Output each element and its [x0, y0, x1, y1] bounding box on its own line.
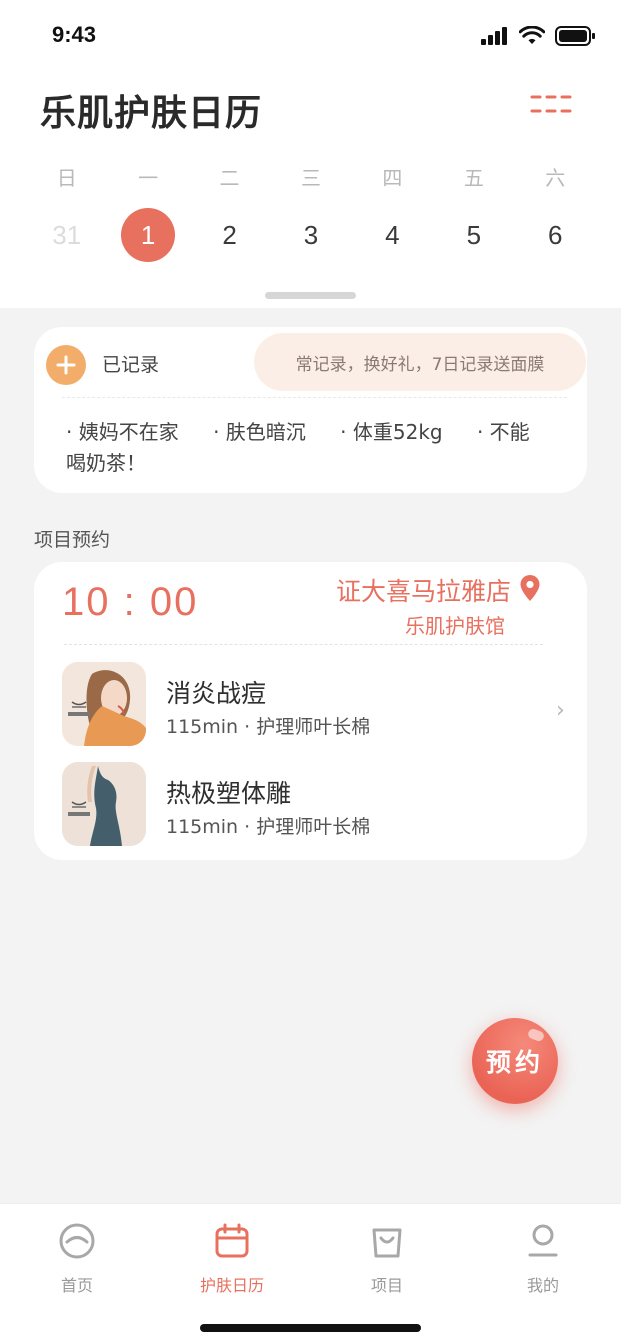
record-tag: · 体重52kg [340, 420, 443, 444]
calendar-expand-handle[interactable] [265, 292, 356, 299]
tab-bar: 首页 护肤日历 项目 我的 [0, 1203, 621, 1344]
tab-projects[interactable]: 项目 [322, 1222, 452, 1296]
date-cell[interactable]: 5 [433, 208, 514, 262]
woman-portrait-icon [62, 662, 146, 746]
date-cell[interactable]: 31 [26, 208, 107, 262]
bag-icon [372, 1228, 402, 1258]
record-tags: · 姨妈不在家 · 肤色暗沉 · 体重52kg · 不能喝奶茶！ [66, 417, 546, 479]
status-bar: 9:43 [0, 0, 621, 72]
weekday-label: 一 [138, 166, 159, 190]
weekday-label: 五 [463, 166, 484, 190]
service-name: 热极塑体雕 [166, 779, 292, 808]
person-icon [528, 1224, 558, 1257]
menu-icon[interactable] [530, 94, 572, 116]
signal-icon [481, 27, 507, 45]
date-number: 5 [466, 219, 482, 250]
top-panel: 9:43 乐肌护肤日历 日 一 二 三 四 五 六 31 1 2 3 4 5 6 [0, 0, 621, 308]
date-cell[interactable]: 4 [352, 208, 433, 262]
section-title: 项目预约 [34, 529, 111, 551]
divider [64, 644, 543, 645]
weekday-label: 三 [300, 166, 321, 190]
page-title: 乐肌护肤日历 [40, 93, 263, 134]
record-tag: · 肤色暗沉 [213, 420, 306, 444]
wifi-icon [519, 26, 545, 44]
calendar-icon [215, 1223, 249, 1258]
home-face-icon [59, 1223, 95, 1259]
date-cell[interactable]: 3 [270, 208, 351, 262]
date-number: 4 [385, 219, 400, 250]
chevron-right-icon[interactable]: › [556, 698, 565, 723]
location-pin-icon[interactable] [519, 574, 541, 602]
status-icons [481, 26, 595, 46]
date-number: 6 [548, 219, 563, 250]
status-time: 9:43 [52, 22, 97, 47]
date-cell-selected[interactable]: 1 [107, 208, 188, 262]
book-appointment-button[interactable]: 预约 [472, 1018, 558, 1104]
date-number: 1 [121, 208, 176, 262]
battery-icon [555, 26, 595, 46]
appointment-item[interactable]: 消炎战痘 115min · 护理师叶长棉 [62, 662, 562, 746]
weekday-label: 六 [545, 166, 566, 190]
home-indicator[interactable] [200, 1324, 421, 1332]
appointment-item[interactable]: 热极塑体雕 115min · 护理师叶长棉 [62, 762, 562, 846]
date-cell[interactable]: 2 [189, 208, 270, 262]
weekday-row: 日 一 二 三 四 五 六 [26, 162, 596, 191]
service-meta: 115min · 护理师叶长棉 [166, 716, 371, 738]
tab-label: 护肤日历 [199, 1276, 264, 1295]
tab-label: 我的 [526, 1276, 559, 1295]
tab-label: 项目 [370, 1276, 403, 1295]
tab-home[interactable]: 首页 [12, 1222, 142, 1296]
record-card: 已记录 常记录，换好礼，7日记录送面膜 · 姨妈不在家 · 肤色暗沉 · 体重5… [34, 327, 587, 493]
store-name: 证大喜马拉雅店 [335, 577, 511, 606]
tab-label: 首页 [60, 1276, 93, 1295]
record-label: 已记录 [102, 354, 160, 376]
date-number: 2 [222, 219, 237, 250]
tab-mine[interactable]: 我的 [478, 1222, 608, 1296]
body-silhouette-icon [62, 762, 146, 846]
appointment-time: 10 : 00 [62, 580, 199, 624]
service-name: 消炎战痘 [166, 679, 267, 708]
service-meta: 115min · 护理师叶长棉 [166, 816, 371, 838]
add-record-button[interactable] [46, 345, 86, 385]
book-button-label: 预约 [485, 1048, 544, 1077]
brand-name: 乐肌护肤馆 [405, 614, 505, 638]
date-cell[interactable]: 6 [515, 208, 596, 262]
weekday-label: 二 [219, 166, 240, 190]
service-thumbnail [62, 762, 146, 846]
promo-banner[interactable]: 常记录，换好礼，7日记录送面膜 [254, 333, 586, 391]
weekday-label: 四 [382, 166, 403, 190]
date-number: 3 [303, 219, 319, 250]
tab-calendar[interactable]: 护肤日历 [167, 1222, 297, 1296]
button-highlight [526, 1027, 546, 1043]
date-number: 31 [52, 219, 82, 250]
service-thumbnail [62, 662, 146, 746]
plus-icon [56, 355, 76, 375]
weekday-label: 日 [56, 166, 77, 190]
appointment-card[interactable]: 10 : 00 证大喜马拉雅店 乐肌护肤馆 消炎战痘 115min · 护理师叶… [34, 562, 587, 860]
divider [62, 397, 567, 398]
record-tag: · 姨妈不在家 [66, 420, 179, 444]
date-row: 31 1 2 3 4 5 6 [26, 208, 596, 262]
